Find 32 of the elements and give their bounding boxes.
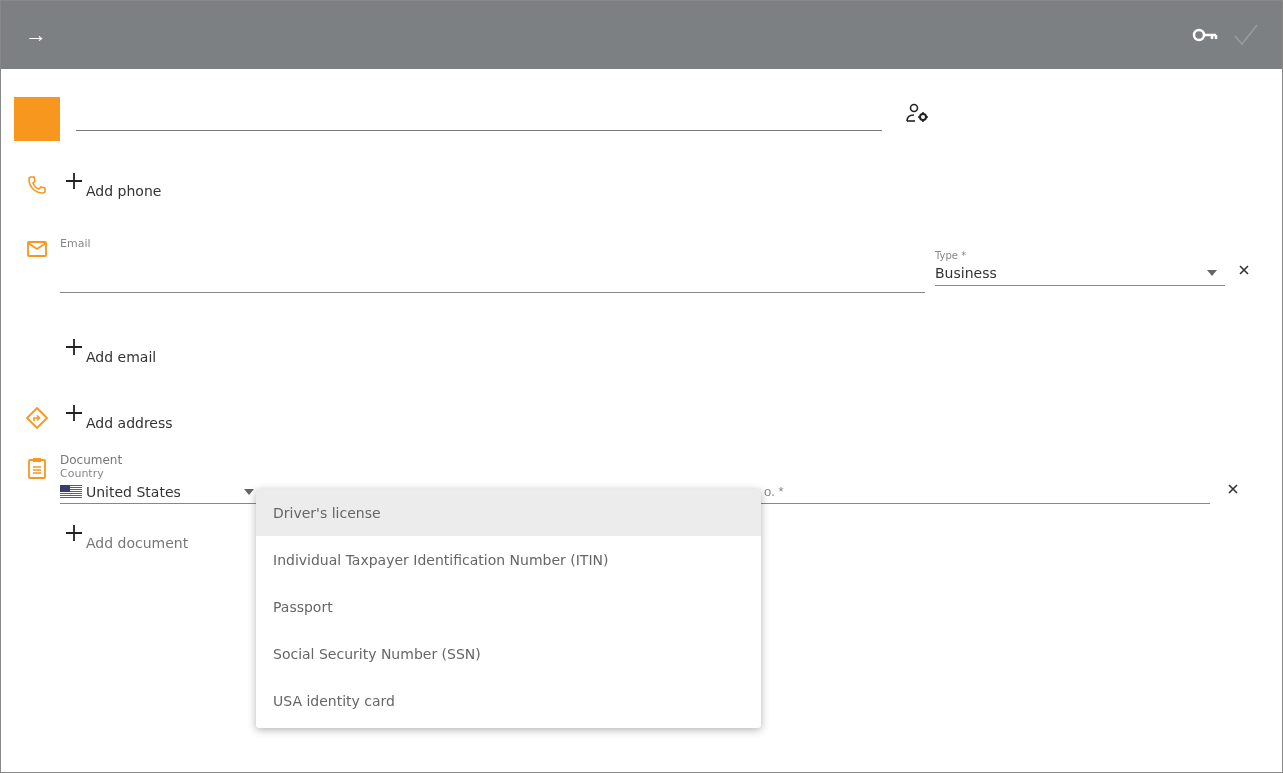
plus-icon (64, 337, 84, 357)
avatar-square (14, 97, 60, 141)
forward-arrow-button[interactable]: → (25, 22, 47, 48)
plus-icon (64, 403, 84, 423)
envelope-icon (27, 241, 47, 257)
type-select[interactable]: Business (935, 261, 1225, 286)
country-label: Country (60, 467, 105, 480)
directions-sign-icon (26, 407, 48, 429)
add-email-button[interactable]: Add email (64, 337, 157, 365)
person-gear-icon[interactable] (906, 103, 930, 123)
close-button[interactable] (1237, 263, 1251, 277)
menu-item[interactable]: USA identity card (256, 677, 761, 724)
add-address-button[interactable]: Add address (64, 403, 173, 431)
plus-icon (64, 171, 84, 191)
menu-item[interactable]: Individual Taxpayer Identification Number (ITIN) (256, 536, 761, 583)
menu-item[interactable]: Passport (256, 583, 761, 630)
close-button[interactable] (1226, 482, 1240, 496)
add-phone-button[interactable]: Add phone (64, 171, 162, 199)
flag-icon (60, 485, 82, 499)
menu-item[interactable]: Social Security Number (SSN) (256, 630, 761, 677)
add-document-button[interactable]: Add document (64, 523, 189, 551)
clipboard-icon (28, 457, 46, 479)
menu-item[interactable]: Driver's license (256, 489, 761, 536)
caret-icon[interactable] (244, 489, 254, 495)
plus-icon (64, 523, 84, 543)
phone-icon (27, 175, 47, 195)
email-label: Email (60, 237, 92, 250)
document-label: Document (60, 453, 124, 467)
type-label: Type * (935, 250, 968, 261)
checkmark-icon[interactable] (1234, 24, 1258, 46)
caret-icon (1207, 270, 1217, 276)
key-icon[interactable] (1192, 28, 1218, 42)
